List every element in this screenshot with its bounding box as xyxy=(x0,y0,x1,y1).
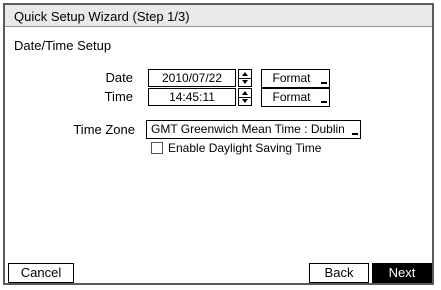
time-spin-down-button[interactable] xyxy=(239,97,251,105)
cancel-button[interactable]: Cancel xyxy=(8,263,74,283)
date-label: Date xyxy=(105,70,133,85)
dialog-title: Quick Setup Wizard (Step 1/3) xyxy=(14,9,190,24)
arrow-up-icon xyxy=(242,91,248,95)
date-spinner[interactable] xyxy=(238,69,252,87)
quick-setup-dialog: Quick Setup Wizard (Step 1/3) Date/Time … xyxy=(3,3,434,285)
next-button[interactable]: Next xyxy=(372,263,432,283)
time-format-dropdown[interactable]: Format xyxy=(261,88,330,107)
back-button[interactable]: Back xyxy=(309,263,369,283)
date-format-label: Format xyxy=(272,71,311,85)
date-input[interactable]: 2010/07/22 xyxy=(148,69,236,87)
timezone-value: GMT Greenwich Mean Time : Dublin xyxy=(151,122,345,136)
dropdown-caret-icon xyxy=(321,101,327,103)
dst-label[interactable]: Enable Daylight Saving Time xyxy=(168,141,321,155)
arrow-down-icon xyxy=(242,80,248,84)
date-format-dropdown[interactable]: Format xyxy=(261,69,330,88)
title-bar: Quick Setup Wizard (Step 1/3) xyxy=(5,5,432,27)
dropdown-caret-icon xyxy=(352,133,358,135)
date-spin-down-button[interactable] xyxy=(239,78,251,86)
time-format-label: Format xyxy=(272,90,311,104)
dst-checkbox[interactable] xyxy=(151,142,163,154)
dropdown-caret-icon xyxy=(321,82,327,84)
section-title: Date/Time Setup xyxy=(14,38,112,53)
time-spinner[interactable] xyxy=(238,88,252,106)
timezone-label: Time Zone xyxy=(73,122,135,137)
timezone-dropdown[interactable]: GMT Greenwich Mean Time : Dublin xyxy=(146,120,361,139)
arrow-up-icon xyxy=(242,72,248,76)
arrow-down-icon xyxy=(242,99,248,103)
time-label: Time xyxy=(104,89,133,104)
time-input[interactable]: 14:45:11 xyxy=(148,88,236,106)
